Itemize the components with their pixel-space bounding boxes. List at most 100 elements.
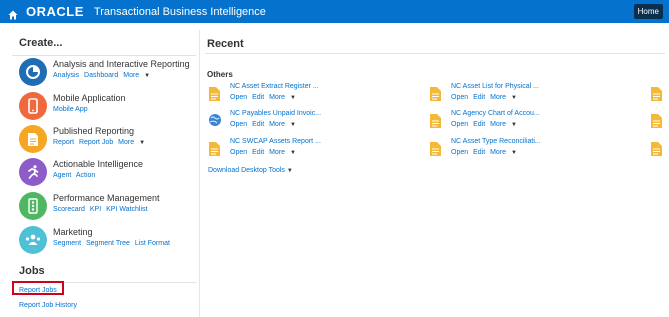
recent-item-links: Open Edit More ▼: [451, 94, 523, 101]
analysis-icon[interactable]: [19, 58, 47, 86]
recent-item-title[interactable]: NC Asset List for Physical ...: [451, 83, 539, 90]
document-icon[interactable]: [208, 141, 221, 157]
more-label: More: [269, 94, 286, 101]
edit-link[interactable]: Edit: [252, 149, 264, 156]
kpi-link[interactable]: KPI: [90, 206, 101, 213]
more-link[interactable]: More ▼: [269, 121, 299, 128]
create-item-title: Mobile Application: [53, 93, 126, 103]
create-divider: [12, 55, 196, 56]
create-item-analysis: Analysis and Interactive Reporting Analy…: [19, 58, 199, 90]
edit-link[interactable]: Edit: [473, 149, 485, 156]
caret-down-icon: ▼: [139, 140, 146, 146]
recent-item: NC Asset List for Physical ... Open Edit…: [429, 83, 629, 107]
agent-link[interactable]: Agent: [53, 172, 71, 179]
open-link[interactable]: Open: [230, 149, 247, 156]
recent-item-links: Open Edit More ▼: [451, 121, 523, 128]
caret-down-icon: ▼: [511, 150, 517, 156]
document-icon[interactable]: [429, 86, 442, 102]
caret-down-icon: ▼: [144, 73, 151, 79]
create-item-title: Marketing: [53, 227, 93, 237]
more-link[interactable]: More ▼: [490, 121, 520, 128]
more-label: More: [269, 149, 286, 156]
edit-link[interactable]: Edit: [473, 94, 485, 101]
open-link[interactable]: Open: [230, 121, 247, 128]
more-link[interactable]: More ▼: [269, 149, 299, 156]
create-item-published-reporting: Published Reporting Report Report Job Mo…: [19, 125, 199, 157]
report-link[interactable]: Report: [53, 139, 74, 146]
app-title: Transactional Business Intelligence: [93, 5, 266, 18]
document-icon[interactable]: [650, 86, 663, 102]
more-link[interactable]: More ▼: [269, 94, 299, 101]
home-icon[interactable]: [8, 7, 18, 19]
open-link[interactable]: Open: [451, 149, 468, 156]
recent-item-title[interactable]: NC SWCAP Assets Report ...: [230, 138, 321, 145]
action-link[interactable]: Action: [76, 172, 95, 179]
download-desktop-tools[interactable]: Download Desktop Tools ▼: [208, 167, 293, 174]
recent-item-title[interactable]: NC Agency Chart of Accou...: [451, 110, 540, 117]
caret-down-icon: ▼: [511, 122, 517, 128]
recent-item-title[interactable]: NC Payables Unpaid Invoic...: [230, 110, 321, 117]
caret-down-icon: ▼: [511, 95, 517, 101]
create-item-links: Analysis Dashboard More ▼: [53, 72, 156, 79]
recent-item: NC SWCAP Assets Report ... Open Edit Mor…: [208, 138, 408, 162]
create-item-mobile: Mobile Application Mobile App: [19, 92, 199, 124]
create-item-marketing: Marketing Segment Segment Tree List Form…: [19, 226, 199, 258]
recent-item-links: Open Edit More ▼: [230, 149, 302, 156]
open-link[interactable]: Open: [451, 121, 468, 128]
segment-link[interactable]: Segment: [53, 240, 81, 247]
create-item-links: Segment Segment Tree List Format: [53, 240, 173, 247]
recent-item-title[interactable]: NC Asset Extract Register ...: [230, 83, 319, 90]
people-icon[interactable]: [19, 226, 47, 254]
document-icon[interactable]: [429, 113, 442, 129]
more-link[interactable]: More ▼: [490, 94, 520, 101]
open-link[interactable]: Open: [230, 94, 247, 101]
more-label: More: [269, 121, 286, 128]
oracle-logo: ORACLE: [26, 4, 84, 19]
recent-item-links: Open Edit More ▼: [230, 94, 302, 101]
more-link[interactable]: More ▼: [123, 72, 153, 79]
document-icon[interactable]: [650, 141, 663, 157]
segment-tree-link[interactable]: Segment Tree: [86, 240, 130, 247]
report-icon[interactable]: [19, 125, 47, 153]
document-icon[interactable]: [429, 141, 442, 157]
caret-down-icon: ▼: [290, 95, 296, 101]
create-item-links: Report Report Job More ▼: [53, 139, 151, 146]
list-format-link[interactable]: List Format: [135, 240, 170, 247]
home-button[interactable]: Home: [633, 4, 663, 19]
download-label: Download Desktop Tools: [208, 167, 285, 174]
mobile-icon[interactable]: [19, 92, 47, 120]
report-job-history-link[interactable]: Report Job History: [19, 302, 77, 309]
highlight-box: [12, 281, 64, 295]
more-label: More: [123, 72, 140, 79]
dashboard-link[interactable]: Dashboard: [84, 72, 118, 79]
runner-icon[interactable]: [19, 158, 47, 186]
more-link[interactable]: More ▼: [118, 139, 148, 146]
document-icon[interactable]: [208, 86, 221, 102]
create-item-links: Scorecard KPI KPI Watchlist: [53, 206, 150, 213]
edit-link[interactable]: Edit: [252, 94, 264, 101]
mobile-app-link[interactable]: Mobile App: [53, 106, 88, 113]
kpi-watchlist-link[interactable]: KPI Watchlist: [106, 206, 147, 213]
scorecard-link[interactable]: Scorecard: [53, 206, 85, 213]
caret-down-icon: ▼: [290, 150, 296, 156]
document-icon[interactable]: [650, 113, 663, 129]
recent-item: NC Asset Extract Register ... Open Edit …: [208, 83, 408, 107]
report-job-link[interactable]: Report Job: [79, 139, 113, 146]
create-item-title: Analysis and Interactive Reporting: [53, 59, 190, 69]
scorecard-icon[interactable]: [19, 192, 47, 220]
create-item-title: Published Reporting: [53, 126, 135, 136]
recent-item-links: Open Edit More ▼: [451, 149, 523, 156]
create-item-title: Performance Management: [53, 193, 160, 203]
edit-link[interactable]: Edit: [473, 121, 485, 128]
recent-divider: [205, 53, 665, 54]
analysis-link[interactable]: Analysis: [53, 72, 79, 79]
globe-icon[interactable]: [208, 113, 221, 129]
edit-link[interactable]: Edit: [252, 121, 264, 128]
recent-item-title[interactable]: NC Asset Type Reconciliati...: [451, 138, 541, 145]
open-link[interactable]: Open: [451, 94, 468, 101]
jobs-heading: Jobs: [19, 265, 45, 277]
more-link[interactable]: More ▼: [490, 149, 520, 156]
create-item-performance-management: Performance Management Scorecard KPI KPI…: [19, 192, 199, 224]
top-bar: ORACLE Transactional Business Intelligen…: [0, 0, 669, 23]
caret-down-icon: ▼: [286, 168, 293, 174]
